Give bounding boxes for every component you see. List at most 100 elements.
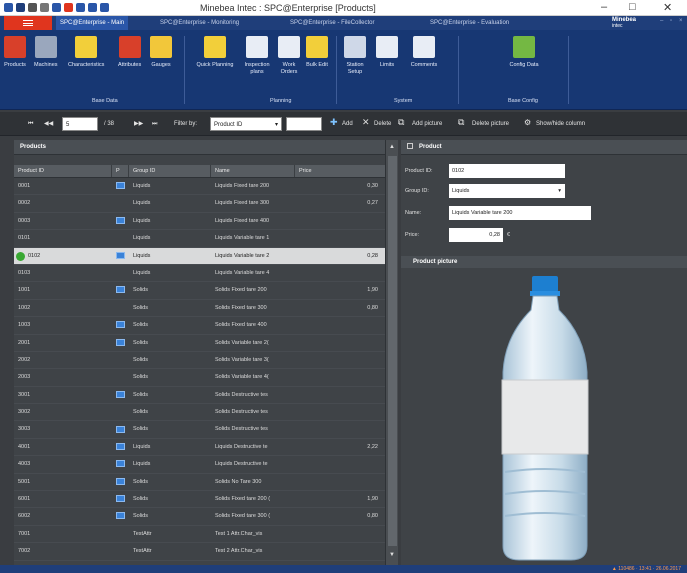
delete-picture-button[interactable]: Delete picture: [472, 117, 509, 131]
table-row[interactable]: 3003 Solids Solids Destructive tes: [14, 421, 388, 439]
column-header-p[interactable]: P: [112, 165, 129, 177]
last-page-button[interactable]: ⏭: [152, 117, 157, 131]
delete-button[interactable]: Delete: [374, 117, 391, 131]
cell-price[interactable]: 1,90: [295, 282, 388, 298]
ribbon-machines-button[interactable]: Machines: [34, 36, 58, 69]
cell-picture-flag[interactable]: [112, 178, 129, 194]
cell-name[interactable]: Solids Variable tare 4(: [211, 369, 295, 385]
minimize-button[interactable]: –: [601, 1, 607, 13]
scroll-thumb[interactable]: [388, 156, 397, 546]
ribbon-comments-button[interactable]: Comments: [404, 36, 444, 69]
next-page-button[interactable]: ▶▶: [134, 117, 143, 131]
cell-price[interactable]: 0,27: [295, 195, 388, 211]
ribbon-work-orders-button[interactable]: Work Orders: [276, 36, 302, 76]
cell-group-id[interactable]: Solids: [129, 491, 211, 507]
cell-price[interactable]: [295, 335, 388, 351]
cell-picture-flag[interactable]: [112, 404, 129, 420]
cell-name[interactable]: Liquids Variable tare 4: [211, 265, 295, 281]
cell-price[interactable]: [295, 456, 388, 472]
cell-group-id[interactable]: Solids: [129, 404, 211, 420]
cell-product-id[interactable]: 3001: [14, 387, 112, 403]
cell-price[interactable]: [295, 543, 388, 559]
cell-picture-flag[interactable]: [112, 491, 129, 507]
cell-group-id[interactable]: Solids: [129, 300, 211, 316]
tab-evaluation[interactable]: SPC@Enterprise - Evaluation: [426, 16, 513, 30]
cell-group-id[interactable]: Solids: [129, 474, 211, 490]
cell-group-id[interactable]: Solids: [129, 421, 211, 437]
page-number-input[interactable]: 5: [62, 117, 98, 131]
cell-picture-flag[interactable]: [112, 265, 129, 281]
cell-picture-flag[interactable]: [112, 248, 129, 264]
cell-picture-flag[interactable]: [112, 387, 129, 403]
cell-group-id[interactable]: Liquids: [129, 456, 211, 472]
table-row[interactable]: 2001 Solids Solids Variable tare 2(: [14, 335, 388, 352]
cell-group-id[interactable]: Solids: [129, 508, 211, 524]
table-row[interactable]: 2003 Solids Solids Variable tare 4(: [14, 369, 388, 387]
cell-name[interactable]: Liquids Variable tare 1: [211, 230, 295, 246]
tab-close-icon[interactable]: ×: [679, 18, 683, 24]
add-button[interactable]: Add: [342, 117, 353, 131]
ribbon-quick-planning-button[interactable]: Quick Planning: [190, 36, 240, 69]
maximize-button[interactable]: □: [629, 1, 636, 13]
cell-picture-flag[interactable]: [112, 369, 129, 385]
cell-price[interactable]: [295, 404, 388, 420]
cell-name[interactable]: Solids Variable tare 2(: [211, 335, 295, 351]
cell-name[interactable]: Liquids Fixed tare 200: [211, 178, 295, 194]
cell-price[interactable]: 0,30: [295, 178, 388, 194]
print-icon[interactable]: [40, 3, 49, 12]
ribbon-gauges-button[interactable]: Gauges: [150, 36, 172, 69]
cell-group-id[interactable]: Liquids: [129, 265, 211, 281]
cell-group-id[interactable]: TestAttr: [129, 543, 211, 559]
tab-filecollector[interactable]: SPC@Enterprise - FileCollector: [286, 16, 378, 30]
cell-product-id[interactable]: 7002: [14, 543, 112, 559]
cell-group-id[interactable]: Liquids: [129, 195, 211, 211]
cell-name[interactable]: Solids Fixed tare 400: [211, 317, 295, 333]
grid-scrollbar[interactable]: ▲ ▼: [385, 140, 398, 565]
cell-picture-flag[interactable]: [112, 300, 129, 316]
cell-price[interactable]: 1,90: [295, 491, 388, 507]
cell-price[interactable]: 0,28: [295, 248, 388, 264]
ribbon-station-setup-button[interactable]: Station Setup: [340, 36, 370, 76]
search-icon[interactable]: [28, 3, 37, 12]
cell-price[interactable]: [295, 387, 388, 403]
cell-group-id[interactable]: Solids: [129, 282, 211, 298]
table-row[interactable]: 1002 Solids Solids Fixed tare 300 0,80: [14, 300, 388, 318]
ribbon-config-data-button[interactable]: Config Data: [506, 36, 542, 69]
cell-name[interactable]: Solids Destructive tes: [211, 387, 295, 403]
cell-product-id[interactable]: 2003: [14, 369, 112, 385]
ribbon-attributes-button[interactable]: Attributes: [118, 36, 141, 69]
table-row[interactable]: 5001 Solids Solids No Tare 300: [14, 474, 388, 492]
cell-group-id[interactable]: Solids: [129, 369, 211, 385]
cell-product-id[interactable]: 4003: [14, 456, 112, 472]
cell-product-id[interactable]: 0103: [14, 265, 112, 281]
filter-select[interactable]: Product ID ▾: [210, 117, 282, 131]
cell-product-id[interactable]: 0001: [14, 178, 112, 194]
cell-picture-flag[interactable]: [112, 335, 129, 351]
cell-name[interactable]: Solids Destructive tes: [211, 421, 295, 437]
table-row[interactable]: 0102 Liquids Liquids Variable tare 2 0,28: [14, 247, 388, 265]
table-row[interactable]: 4001 Liquids Liquids Destructive te 2,22: [14, 439, 388, 457]
cell-picture-flag[interactable]: [112, 317, 129, 333]
ribbon-characteristics-button[interactable]: Characteristics: [68, 36, 104, 69]
cell-picture-flag[interactable]: [112, 230, 129, 246]
table-row[interactable]: 0002 Liquids Liquids Fixed tare 300 0,27: [14, 195, 388, 213]
ribbon-products-button[interactable]: Products: [4, 36, 26, 69]
ribbon-inspection-plans-button[interactable]: Inspection plans: [240, 36, 274, 76]
cell-price[interactable]: [295, 421, 388, 437]
tab-monitoring[interactable]: SPC@Enterprise - Monitoring: [156, 16, 243, 30]
cell-price[interactable]: [295, 265, 388, 281]
cell-product-id[interactable]: 5001: [14, 474, 112, 490]
cell-group-id[interactable]: Solids: [129, 335, 211, 351]
tab-main[interactable]: SPC@Enterprise - Main: [56, 16, 129, 30]
collapse-icon[interactable]: [407, 143, 413, 150]
cell-product-id[interactable]: 2001: [14, 335, 112, 351]
table-row[interactable]: 1001 Solids Solids Fixed tare 200 1,90: [14, 282, 388, 300]
cell-group-id[interactable]: Liquids: [129, 213, 211, 229]
cell-name[interactable]: Solids Variable tare 3(: [211, 352, 295, 368]
cell-price[interactable]: [295, 369, 388, 385]
cell-product-id[interactable]: 6002: [14, 508, 112, 524]
cell-name[interactable]: Test 2 Attr.Char_vis: [211, 543, 295, 559]
tab-restore-icon[interactable]: ▫: [670, 18, 672, 24]
cell-name[interactable]: Solids Fixed tare 300: [211, 300, 295, 316]
app-icon[interactable]: [4, 3, 13, 12]
